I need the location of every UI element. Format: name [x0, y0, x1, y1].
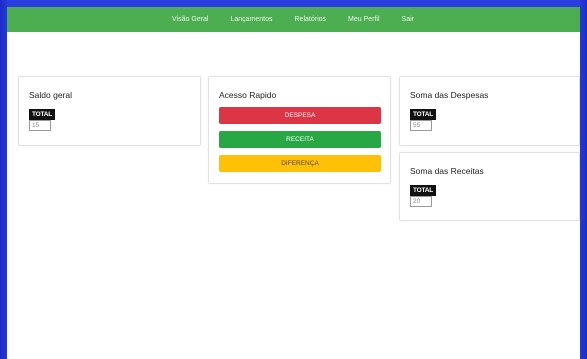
- nav-visao-geral[interactable]: Visão Geral: [172, 16, 219, 23]
- receita-button[interactable]: RECEITA: [219, 131, 381, 148]
- despesas-total-value: 55: [410, 120, 432, 131]
- top-navbar: Visão Geral Lançamentos Relatórios Meu P…: [7, 0, 580, 32]
- despesa-button[interactable]: DESPESA: [219, 107, 381, 124]
- despesas-total-label: TOTAL: [410, 109, 437, 120]
- acesso-rapido-title: Acesso Rapido: [219, 90, 277, 100]
- saldo-geral-card: Saldo geral TOTAL 15: [18, 76, 201, 146]
- soma-receitas-title: Soma das Receitas: [410, 166, 484, 176]
- nav-relatorios[interactable]: Relatórios: [284, 16, 338, 23]
- receitas-total-label: TOTAL: [410, 185, 437, 196]
- receitas-total-value: 20: [410, 196, 432, 207]
- saldo-geral-title: Saldo geral: [29, 90, 73, 100]
- soma-despesas-card: Soma das Despesas TOTAL 55: [399, 76, 580, 146]
- nav-links: Visão Geral Lançamentos Relatórios Meu P…: [172, 16, 425, 23]
- nav-sair[interactable]: Sair: [391, 16, 425, 23]
- saldo-total-value: 15: [29, 120, 51, 131]
- saldo-total-label: TOTAL: [29, 109, 56, 120]
- acesso-rapido-card: Acesso Rapido DESPESA RECEITA DIFERENÇA: [208, 76, 391, 184]
- soma-receitas-card: Soma das Receitas TOTAL 20: [399, 152, 580, 221]
- nav-meu-perfil[interactable]: Meu Perfil: [337, 16, 391, 23]
- diferenca-button[interactable]: DIFERENÇA: [219, 155, 381, 172]
- nav-lancamentos[interactable]: Lançamentos: [219, 16, 283, 23]
- soma-despesas-title: Soma das Despesas: [410, 90, 489, 100]
